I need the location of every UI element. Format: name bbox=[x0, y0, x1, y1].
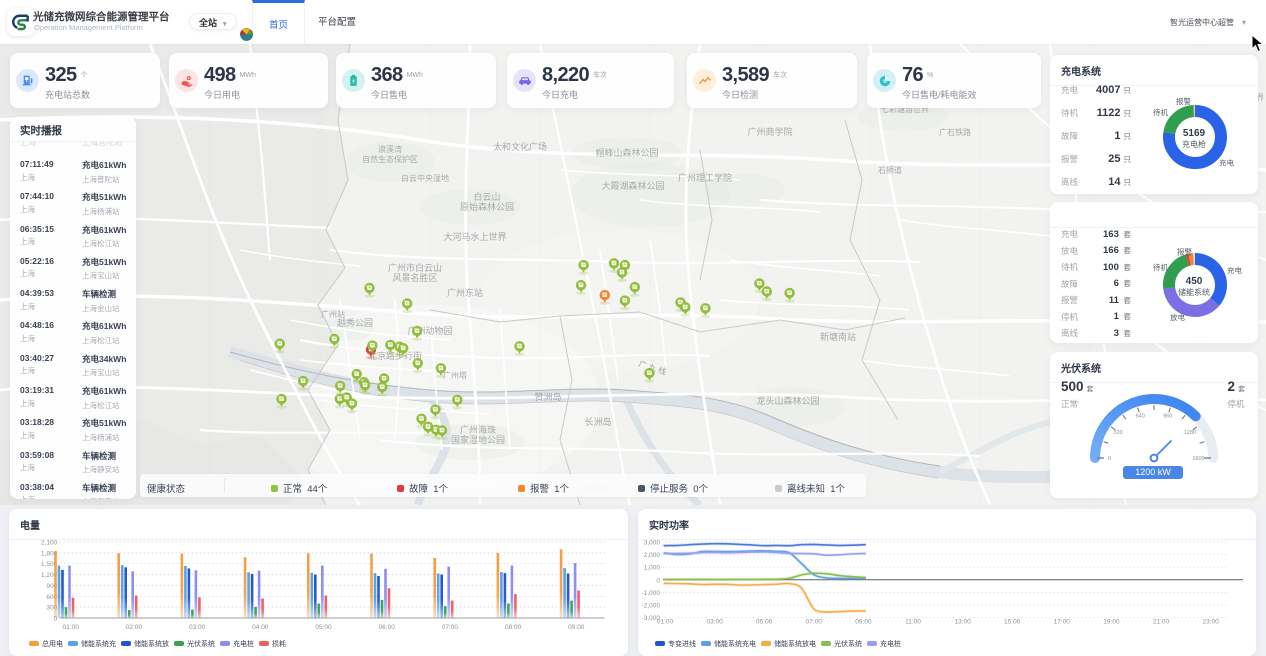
svg-text:广州市白云山: 广州市白云山 bbox=[388, 262, 442, 273]
svg-text:放电: 放电 bbox=[1170, 312, 1186, 322]
svg-text:北京路步行街: 北京路步行街 bbox=[368, 350, 422, 361]
svg-text:广州海珠: 广州海珠 bbox=[460, 424, 496, 435]
svg-text:06:00: 06:00 bbox=[379, 624, 396, 631]
svg-text:充电: 充电 bbox=[1227, 265, 1243, 275]
svg-text:广州塔: 广州塔 bbox=[443, 370, 467, 380]
svg-text:广州商学院: 广州商学院 bbox=[747, 126, 792, 137]
svg-text:3,000: 3,000 bbox=[644, 539, 661, 546]
svg-text:07:00: 07:00 bbox=[442, 624, 459, 631]
svg-text:风景名胜区: 风景名胜区 bbox=[392, 272, 437, 283]
svg-text:11:00: 11:00 bbox=[905, 619, 921, 626]
svg-text:原始森林公园: 原始森林公园 bbox=[460, 201, 514, 212]
svg-text:01:00: 01:00 bbox=[63, 624, 80, 631]
svg-text:1,000: 1,000 bbox=[644, 565, 661, 572]
svg-text:广州理工学院: 广州理工学院 bbox=[678, 172, 732, 183]
svg-text:01:00: 01:00 bbox=[657, 619, 674, 626]
svg-text:石狮道: 石狮道 bbox=[878, 165, 902, 175]
svg-text:赞洲岛: 赞洲岛 bbox=[534, 391, 561, 402]
svg-text:广州东站: 广州东站 bbox=[447, 287, 483, 298]
svg-text:19:00: 19:00 bbox=[1103, 619, 1120, 626]
svg-text:白云中央湿地: 白云中央湿地 bbox=[401, 173, 449, 183]
svg-text:13:00: 13:00 bbox=[954, 619, 971, 626]
svg-text:640: 640 bbox=[1136, 414, 1145, 420]
svg-text:国家湿地公园: 国家湿地公园 bbox=[451, 434, 505, 445]
svg-text:-2,000: -2,000 bbox=[642, 603, 661, 610]
svg-text:23:00: 23:00 bbox=[1202, 619, 1219, 626]
svg-text:15:00: 15:00 bbox=[1004, 619, 1021, 626]
svg-text:09:00: 09:00 bbox=[855, 619, 872, 626]
svg-text:长洲岛: 长洲岛 bbox=[584, 416, 611, 427]
svg-text:自然生态保护区: 自然生态保护区 bbox=[362, 154, 418, 164]
svg-text:广州站: 广州站 bbox=[321, 309, 345, 319]
svg-text:1600: 1600 bbox=[1192, 456, 1204, 462]
svg-text:03:00: 03:00 bbox=[706, 619, 723, 626]
svg-text:0: 0 bbox=[1108, 456, 1111, 462]
svg-text:04:00: 04:00 bbox=[252, 624, 269, 631]
svg-text:大河马水上世界: 大河马水上世界 bbox=[443, 231, 506, 242]
svg-text:新塘南站: 新塘南站 bbox=[820, 331, 856, 342]
svg-text:0: 0 bbox=[656, 577, 660, 584]
svg-text:2,000: 2,000 bbox=[644, 552, 661, 559]
svg-text:待机: 待机 bbox=[1153, 262, 1169, 272]
svg-text:03:00: 03:00 bbox=[189, 624, 206, 631]
svg-text:5169: 5169 bbox=[1183, 128, 1206, 139]
svg-text:浪溪湾: 浪溪湾 bbox=[378, 144, 402, 154]
svg-text:05:00: 05:00 bbox=[315, 624, 332, 631]
svg-text:960: 960 bbox=[1163, 414, 1172, 420]
svg-text:2,100: 2,100 bbox=[41, 540, 58, 547]
svg-text:07:00: 07:00 bbox=[806, 619, 823, 626]
svg-text:大霞湖森林公园: 大霞湖森林公园 bbox=[601, 180, 664, 191]
svg-text:储能系统: 储能系统 bbox=[1178, 287, 1210, 297]
svg-text:320: 320 bbox=[1113, 430, 1122, 436]
svg-text:02:00: 02:00 bbox=[126, 624, 143, 631]
svg-text:帽峰山森林公园: 帽峰山森林公园 bbox=[595, 147, 658, 158]
svg-text:报警: 报警 bbox=[1176, 96, 1192, 106]
svg-text:待机: 待机 bbox=[1153, 107, 1169, 117]
svg-text:1280: 1280 bbox=[1184, 430, 1196, 436]
svg-text:报警: 报警 bbox=[1177, 247, 1193, 257]
svg-text:广石铁路: 广石铁路 bbox=[939, 127, 971, 137]
svg-text:05:00: 05:00 bbox=[756, 619, 773, 626]
svg-text:09:00: 09:00 bbox=[568, 624, 585, 631]
svg-text:太和文化广场: 太和文化广场 bbox=[493, 141, 547, 152]
svg-text:21:00: 21:00 bbox=[1153, 619, 1170, 626]
svg-text:充电: 充电 bbox=[1219, 158, 1235, 168]
svg-text:17:00: 17:00 bbox=[1054, 619, 1071, 626]
svg-text:08:00: 08:00 bbox=[505, 624, 522, 631]
svg-text:龙头山森林公园: 龙头山森林公园 bbox=[756, 395, 819, 406]
svg-text:450: 450 bbox=[1186, 276, 1203, 287]
svg-text:白云山: 白云山 bbox=[473, 191, 500, 202]
svg-text:-1,000: -1,000 bbox=[642, 590, 661, 597]
svg-text:充电枪: 充电枪 bbox=[1182, 139, 1206, 149]
